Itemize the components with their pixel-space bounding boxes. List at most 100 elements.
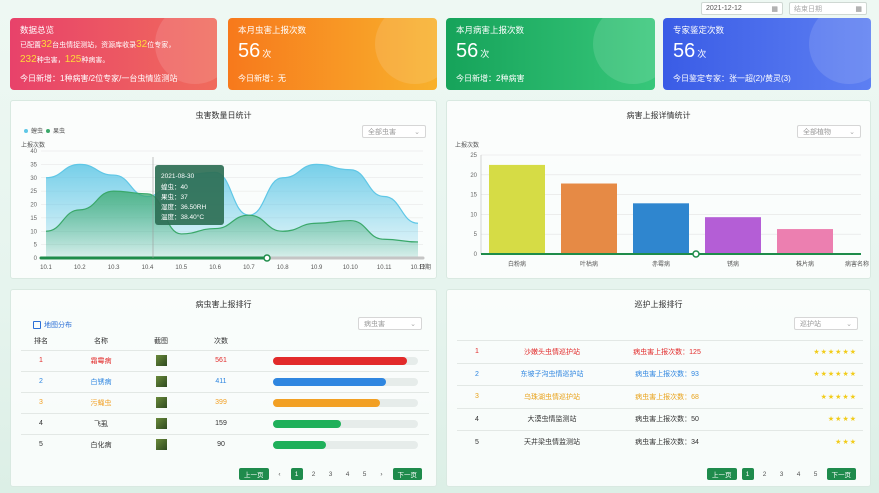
x-tick-label: 日期 (419, 263, 431, 271)
y-tick-label: 10 (30, 229, 37, 235)
pest-thumbnail[interactable] (155, 397, 167, 408)
patrol-filter-value: 巡护站 (800, 320, 821, 328)
page-5[interactable]: 5 (810, 468, 822, 480)
y-tick-label: 10 (470, 212, 477, 218)
decor-circle (809, 18, 871, 84)
table-row[interactable]: 2 东坡子沟虫情巡护站 病虫害上报次数：93 ★★★★★★ (457, 362, 863, 386)
report-count-cell: 病虫害上报次数：50 (607, 407, 727, 431)
pest-thumbnail[interactable] (155, 355, 167, 366)
rank-cell: 4 (457, 407, 497, 431)
count-bar (272, 356, 418, 365)
patrol-rank-panel: 巡护上报排行 巡护站 ⌄ 1 沙嫩头虫情巡护站 病虫害上报次数：125 ★★★★★★ 2 东… (446, 289, 871, 487)
page-5[interactable]: 5 (359, 468, 371, 480)
bar-5 (777, 229, 833, 254)
tooltip-series-2: 果虫：37 (161, 192, 188, 201)
image-cell (141, 433, 181, 455)
count-cell: 399 (181, 391, 261, 413)
expert-count-today: 今日鉴定专家：张一超(2)/黄灵(3) (673, 74, 791, 83)
expert-count-card: 专家鉴定次数 56 次 今日鉴定专家：张一超(2)/黄灵(3) (663, 18, 871, 90)
tooltip-humidity: 湿度：36.50RH (161, 202, 206, 211)
pest-thumbnail[interactable] (155, 439, 167, 451)
axis-slider-handle[interactable] (692, 250, 700, 258)
table-row[interactable]: 4 大漠虫情监测站 病虫害上报次数：50 ★★★★ (457, 407, 863, 431)
x-tick-label: 锈病 (727, 260, 739, 268)
prev-page-button[interactable]: 上一页 (707, 468, 737, 480)
table-row[interactable]: 2 白锈病 411 (21, 370, 429, 392)
next-arrow-icon[interactable]: › (376, 468, 388, 480)
pest-count-card: 本月虫害上报次数 56 次 今日新增：无 (228, 18, 437, 90)
bar-4 (705, 217, 761, 254)
x-tick-label: 白粉病 (508, 260, 526, 268)
report-count-cell: 病虫害上报次数：93 (607, 362, 727, 386)
tooltip-series-1: 蝗虫：40 (161, 182, 188, 191)
x-tick-label: 10.10 (343, 265, 359, 271)
image-cell (141, 391, 181, 413)
decor-circle (593, 18, 655, 84)
table-row[interactable]: 4 飞虱 159 (21, 412, 429, 434)
table-row[interactable]: 5 天井梁虫情监测站 病虫害上报次数：34 ★★★ (457, 430, 863, 453)
page-2[interactable]: 2 (759, 468, 771, 480)
table-row[interactable]: 3 乌珠湖虫情巡护站 病虫害上报次数：68 ★★★★★ (457, 385, 863, 408)
count-bar (272, 440, 418, 449)
count-bar (272, 377, 418, 386)
patrol-pager: 上一页 1 2 3 4 5 下一页 (707, 468, 856, 480)
pest-area-chart: 蝗虫 果虫 上报次数 0 5 10 15 20 25 30 35 40 10.1 10.2 10.3… (21, 127, 431, 271)
next-page-button[interactable]: 下一页 (826, 468, 856, 480)
table-row[interactable]: 1 沙嫩头虫情巡护站 病虫害上报次数：125 ★★★★★★ (457, 340, 863, 363)
legend-series-1: 蝗虫 (31, 127, 43, 135)
rank-cell: 3 (457, 385, 497, 408)
name-cell: 污蝇虫 (61, 391, 141, 413)
y-tick-label: 20 (470, 173, 477, 179)
next-page-button[interactable]: 下一页 (392, 468, 422, 480)
page-4[interactable]: 4 (342, 468, 354, 480)
calendar-icon[interactable]: ▦ (855, 5, 862, 13)
x-tick-label: 10.7 (243, 265, 255, 271)
image-cell (141, 412, 181, 434)
rank-pager: 上一页 ‹ 1 2 3 4 5 › 下一页 (239, 468, 422, 480)
x-tick-label: 赤霉病 (652, 260, 670, 268)
pest-thumbnail[interactable] (155, 418, 167, 429)
rating-stars: ★★★★★★ (727, 362, 863, 386)
table-row[interactable]: 5 白化病 90 (21, 433, 429, 455)
page-2[interactable]: 2 (308, 468, 320, 480)
page-1[interactable]: 1 (741, 468, 754, 480)
image-cell (141, 349, 181, 371)
page-4[interactable]: 4 (793, 468, 805, 480)
count-bar (272, 419, 418, 428)
name-cell: 霜霉病 (61, 349, 141, 371)
pest-chart-panel: 虫害数量日统计 全部虫害 ⌄ 蝗虫 果虫 上报次数 0 5 10 15 20 25 30 35 4… (10, 100, 437, 279)
disease-bar-chart: 上报次数 0 5 10 15 20 25 白粉病 叶枯病 赤霉病 锈病 株片病 病害名称 (455, 141, 869, 268)
y-tick-label: 5 (474, 232, 478, 238)
y-tick-label: 25 (470, 153, 477, 159)
start-date-field[interactable]: 2021-12-12 ▦ (701, 2, 783, 15)
x-tick-label: 10.1 (40, 265, 52, 271)
prev-arrow-icon[interactable]: ‹ (274, 468, 286, 480)
tooltip-date: 2021-08-30 (161, 173, 195, 180)
patrol-filter-select[interactable]: 巡护站 ⌄ (794, 317, 858, 330)
end-date-placeholder: 结束日期 (794, 5, 822, 13)
y-tick-label: 25 (30, 189, 37, 195)
station-name-cell: 天井梁虫情监测站 (497, 430, 607, 453)
y-tick-label: 20 (30, 203, 37, 209)
page-3[interactable]: 3 (776, 468, 788, 480)
prev-page-button[interactable]: 上一页 (239, 468, 269, 480)
overview-today: 今日新增：1种病害/2位专家/一台虫情监测站 (20, 74, 178, 83)
rating-stars: ★★★★ (727, 407, 863, 431)
x-tick-label: 10.4 (142, 265, 154, 271)
x-tick-label: 10.6 (209, 265, 221, 271)
rank-filter-select[interactable]: 病虫害 ⌄ (358, 317, 422, 330)
calendar-icon[interactable]: ▦ (771, 5, 778, 13)
col-header-count: 次数 (214, 337, 228, 345)
image-cell (141, 370, 181, 392)
pest-thumbnail[interactable] (155, 376, 167, 387)
patrol-rank-title: 巡护上报排行 (634, 300, 683, 309)
map-distribution-link[interactable]: 地图分布 (33, 320, 72, 330)
page-1[interactable]: 1 (290, 468, 303, 480)
count-cell: 90 (181, 433, 261, 455)
timeline-slider-handle[interactable] (263, 254, 271, 262)
table-row[interactable]: 3 污蝇虫 399 (21, 391, 429, 413)
end-date-field[interactable]: 结束日期 ▦ (789, 2, 867, 15)
table-row[interactable]: 1 霜霉病 561 (21, 349, 429, 371)
chevron-down-icon: ⌄ (846, 320, 852, 328)
page-3[interactable]: 3 (325, 468, 337, 480)
